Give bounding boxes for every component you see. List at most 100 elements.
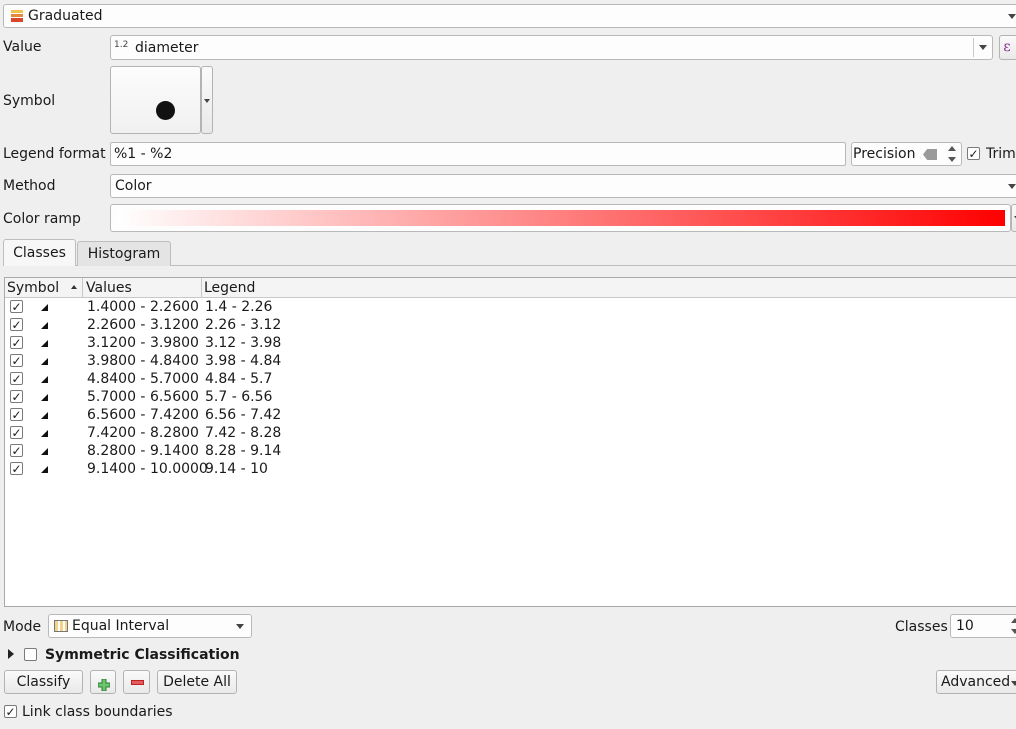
class-symbol-icon[interactable] [41, 376, 48, 383]
class-visibility-checkbox[interactable]: ✓ [10, 390, 23, 403]
column-header-values[interactable]: Values [86, 279, 132, 297]
table-row[interactable]: ✓ 4.8400 - 5.7000 4.84 - 5.7 [5, 370, 1016, 388]
class-legend[interactable]: 8.28 - 9.14 [205, 442, 281, 460]
class-visibility-checkbox[interactable]: ✓ [10, 300, 23, 313]
table-row[interactable]: ✓ 2.2600 - 3.1200 2.26 - 3.12 [5, 316, 1016, 334]
class-visibility-checkbox[interactable]: ✓ [10, 408, 23, 421]
tab-histogram-label: Histogram [87, 246, 161, 262]
class-values[interactable]: 3.1200 - 3.9800 [87, 334, 199, 352]
class-values[interactable]: 2.2600 - 3.1200 [87, 316, 199, 334]
spin-down-icon[interactable] [948, 157, 956, 162]
link-boundaries-checkbox[interactable]: ✓ [4, 705, 17, 718]
class-values[interactable]: 7.4200 - 8.2800 [87, 424, 199, 442]
class-visibility-checkbox[interactable]: ✓ [10, 372, 23, 385]
class-values[interactable]: 4.8400 - 5.7000 [87, 370, 199, 388]
class-legend[interactable]: 3.12 - 3.98 [205, 334, 281, 352]
advanced-button-label: Advanced [941, 674, 1011, 690]
precision-spinbox[interactable]: Precision 2 [851, 142, 962, 166]
table-row[interactable]: ✓ 1.4000 - 2.2600 1.4 - 2.26 [5, 298, 1016, 316]
class-values[interactable]: 9.1400 - 10.0000 [87, 460, 208, 478]
symmetric-checkbox[interactable] [24, 648, 37, 661]
advanced-button[interactable]: Advanced [936, 670, 1016, 694]
column-header-symbol[interactable]: Symbol [7, 279, 59, 297]
sort-ascending-icon [71, 285, 77, 289]
spin-down-icon[interactable] [1011, 629, 1016, 634]
equal-interval-icon [54, 620, 68, 632]
class-legend[interactable]: 1.4 - 2.26 [205, 298, 272, 316]
table-row[interactable]: ✓ 6.5600 - 7.4200 6.56 - 7.42 [5, 406, 1016, 424]
mode-value: Equal Interval [72, 618, 170, 634]
delete-all-button-label: Delete All [163, 674, 231, 690]
color-ramp-button[interactable] [110, 204, 1011, 232]
chevron-down-icon [1011, 681, 1016, 686]
method-value: Color [115, 178, 152, 194]
table-row[interactable]: ✓ 9.1400 - 10.0000 9.14 - 10 [5, 460, 1016, 478]
class-legend[interactable]: 5.7 - 6.56 [205, 388, 272, 406]
class-legend[interactable]: 2.26 - 3.12 [205, 316, 281, 334]
class-visibility-checkbox[interactable]: ✓ [10, 462, 23, 475]
class-visibility-checkbox[interactable]: ✓ [10, 336, 23, 349]
renderer-combo[interactable]: Graduated [3, 4, 1016, 28]
mode-label: Mode [3, 619, 42, 635]
symbol-menu-button[interactable] [201, 66, 213, 134]
table-row[interactable]: ✓ 7.4200 - 8.2800 7.42 - 8.28 [5, 424, 1016, 442]
spin-up-icon[interactable] [1011, 618, 1016, 623]
color-ramp-label: Color ramp [3, 211, 81, 227]
classes-spinbox[interactable]: 10 [950, 614, 1016, 638]
expression-button[interactable]: ε [999, 35, 1016, 60]
symbol-button[interactable] [110, 66, 201, 134]
class-values[interactable]: 1.4000 - 2.2600 [87, 298, 199, 316]
class-symbol-icon[interactable] [41, 340, 48, 347]
table-row[interactable]: ✓ 3.1200 - 3.9800 3.12 - 3.98 [5, 334, 1016, 352]
class-visibility-checkbox[interactable]: ✓ [10, 426, 23, 439]
class-symbol-icon[interactable] [41, 412, 48, 419]
class-symbol-icon[interactable] [41, 358, 48, 365]
classify-button[interactable]: Classify [4, 670, 83, 694]
class-values[interactable]: 5.7000 - 6.5600 [87, 388, 199, 406]
color-ramp-preview [116, 210, 1005, 226]
tab-histogram[interactable]: Histogram [77, 241, 171, 266]
class-symbol-icon[interactable] [41, 466, 48, 473]
expand-arrow-icon[interactable] [8, 649, 14, 659]
color-ramp-menu-button[interactable] [1011, 204, 1016, 232]
class-legend[interactable]: 7.42 - 8.28 [205, 424, 281, 442]
add-class-button[interactable] [90, 670, 116, 694]
delete-all-button[interactable]: Delete All [157, 670, 237, 694]
column-header-legend[interactable]: Legend [204, 279, 255, 297]
spin-up-icon[interactable] [948, 146, 956, 151]
remove-class-button[interactable] [123, 670, 150, 694]
classes-table[interactable]: Symbol Values Legend ✓ 1.4000 - 2.2600 1… [4, 277, 1016, 607]
class-values[interactable]: 6.5600 - 7.4200 [87, 406, 199, 424]
numeric-field-type-icon: 1.2 [114, 40, 129, 50]
class-visibility-checkbox[interactable]: ✓ [10, 444, 23, 457]
class-symbol-icon[interactable] [41, 448, 48, 455]
class-values[interactable]: 3.9800 - 4.8400 [87, 352, 199, 370]
class-symbol-icon[interactable] [41, 304, 48, 311]
table-row[interactable]: ✓ 5.7000 - 6.5600 5.7 - 6.56 [5, 388, 1016, 406]
class-symbol-icon[interactable] [41, 322, 48, 329]
class-values[interactable]: 8.2800 - 9.1400 [87, 442, 199, 460]
class-legend[interactable]: 4.84 - 5.7 [205, 370, 272, 388]
value-field-combo[interactable]: 1.2 diameter [110, 35, 993, 60]
class-symbol-icon[interactable] [41, 430, 48, 437]
class-legend[interactable]: 6.56 - 7.42 [205, 406, 281, 424]
trim-checkbox[interactable]: ✓ [967, 147, 980, 160]
link-boundaries-label: Link class boundaries [22, 704, 173, 720]
class-legend[interactable]: 9.14 - 10 [205, 460, 268, 478]
class-visibility-checkbox[interactable]: ✓ [10, 318, 23, 331]
minus-icon [131, 680, 144, 685]
trim-label: Trim [986, 146, 1016, 162]
graduated-renderer-icon [11, 10, 23, 23]
class-visibility-checkbox[interactable]: ✓ [10, 354, 23, 367]
clear-icon[interactable] [923, 149, 937, 160]
table-row[interactable]: ✓ 3.9800 - 4.8400 3.98 - 4.84 [5, 352, 1016, 370]
value-label: Value [3, 39, 42, 55]
tab-classes[interactable]: Classes [3, 239, 76, 266]
method-combo[interactable]: Color [110, 174, 1016, 198]
mode-combo[interactable]: Equal Interval [48, 614, 252, 638]
tab-classes-label: Classes [13, 245, 66, 261]
legend-format-input[interactable]: %1 - %2 [110, 142, 846, 166]
class-symbol-icon[interactable] [41, 394, 48, 401]
class-legend[interactable]: 3.98 - 4.84 [205, 352, 281, 370]
table-row[interactable]: ✓ 8.2800 - 9.1400 8.28 - 9.14 [5, 442, 1016, 460]
